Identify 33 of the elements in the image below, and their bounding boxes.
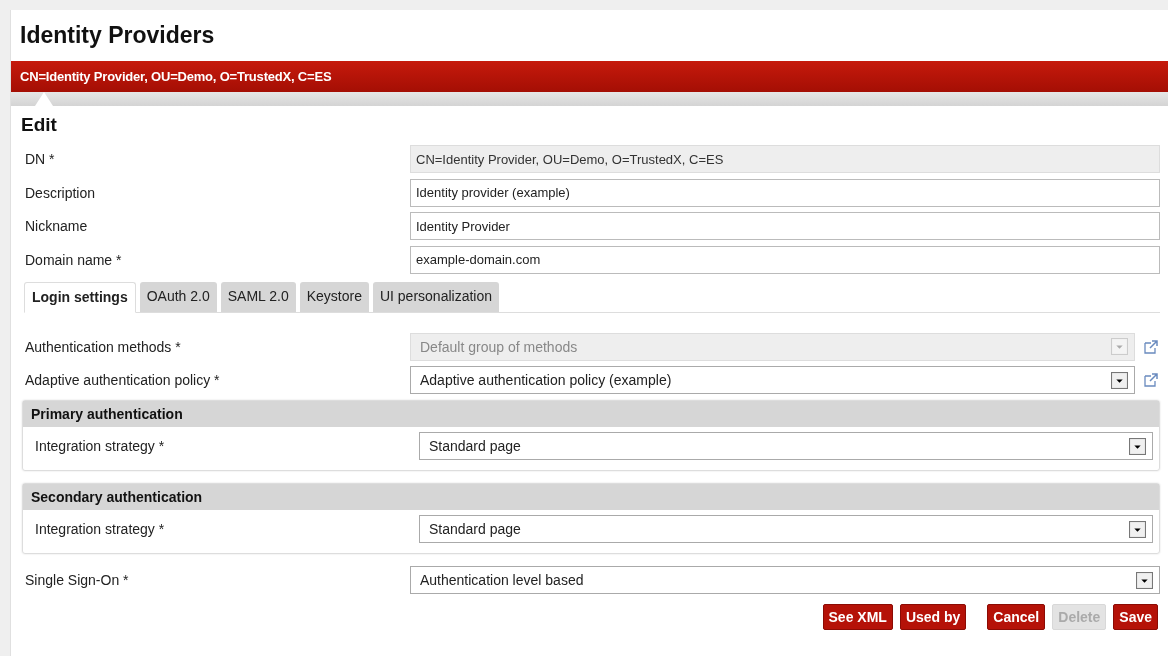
text-field[interactable]: Identity provider (example) xyxy=(410,178,1160,207)
field-label: Domain name * xyxy=(24,251,123,268)
field-label: Adaptive authentication policy * xyxy=(24,372,221,388)
action-button[interactable]: Cancel xyxy=(987,604,1046,630)
tab[interactable]: Keystore xyxy=(299,281,369,312)
tab[interactable]: Login settings xyxy=(24,281,136,313)
dropdown[interactable]: Authentication level based xyxy=(410,566,1160,594)
external-link-icon[interactable] xyxy=(1143,372,1159,388)
text-field[interactable]: example-domain.com xyxy=(410,245,1160,274)
field-label: Authentication methods * xyxy=(24,338,182,355)
field-label: DN * xyxy=(24,151,56,167)
group-title: Primary authentication xyxy=(23,401,1159,427)
dropdown[interactable]: Adaptive authentication policy (example) xyxy=(410,366,1135,394)
field-label: Description xyxy=(24,184,97,201)
field-label: Integration strategy * xyxy=(34,521,166,537)
tab[interactable]: OAuth 2.0 xyxy=(139,281,217,312)
field-label: Integration strategy * xyxy=(34,438,166,454)
section-title: Edit xyxy=(21,114,58,136)
tab[interactable]: UI personalization xyxy=(372,281,499,312)
group-title: Secondary authentication xyxy=(23,484,1159,510)
action-button[interactable]: Used by xyxy=(899,604,967,630)
pointer-notch xyxy=(35,92,53,106)
field-label: Nickname xyxy=(24,218,89,234)
page-title: Identity Providers xyxy=(19,21,216,50)
tab[interactable]: SAML 2.0 xyxy=(220,281,296,312)
dropdown[interactable]: Standard page xyxy=(419,515,1153,543)
action-button[interactable]: Save xyxy=(1113,604,1158,630)
dropdown[interactable]: Standard page xyxy=(419,432,1153,460)
field-label: Single Sign-On * xyxy=(24,572,130,588)
record-banner: CN=Identity Provider, OU=Demo, O=TrustedX, C=ES xyxy=(11,61,1168,92)
action-button[interactable]: See XML xyxy=(822,604,893,630)
text-field[interactable]: Identity Provider xyxy=(410,212,1160,240)
external-link-icon[interactable] xyxy=(1143,338,1159,355)
